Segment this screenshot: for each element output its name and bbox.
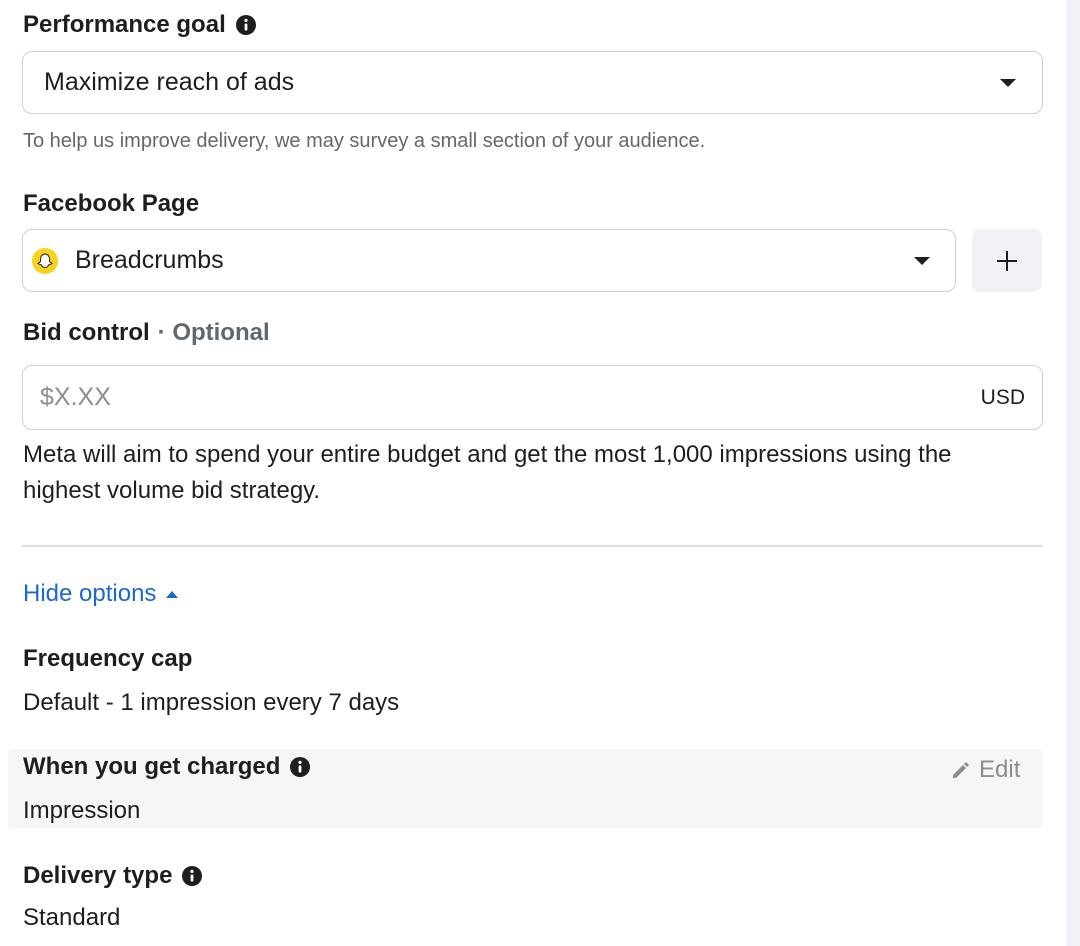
when-charged-value: Impression [23,797,141,824]
caret-down-icon [914,257,930,265]
pencil-icon [953,761,969,778]
bid-control-input[interactable] [40,366,920,429]
edit-charge-button[interactable]: Edit [950,756,1020,784]
currency-label: USD [980,386,1025,409]
caret-down-icon [1000,79,1016,87]
plus-icon [997,250,1017,271]
facebook-page-label: Facebook Page [23,190,200,217]
performance-goal-helper: To help us improve delivery, we may surv… [23,130,706,152]
frequency-cap-value: Default - 1 impression every 7 days [23,689,400,716]
add-page-button[interactable] [972,229,1042,292]
performance-goal-select[interactable]: Maximize reach of ads [22,51,1043,114]
section-divider [22,545,1043,547]
info-icon[interactable] [181,865,203,887]
delivery-type-label: Delivery type [23,862,203,890]
facebook-page-value: Breadcrumbs [75,246,224,274]
bid-control-description: Meta will aim to spend your entire budge… [23,441,952,504]
frequency-cap-label: Frequency cap [23,645,193,672]
performance-goal-label: Performance goal [23,11,257,39]
page-avatar-icon [32,247,58,274]
delivery-type-value: Standard [23,904,121,931]
bid-control-field[interactable]: USD [22,365,1043,430]
hide-options-link[interactable]: Hide options [23,580,179,608]
when-charged-label: When you get charged [23,753,311,781]
facebook-page-select[interactable]: Breadcrumbs [22,229,956,292]
info-icon[interactable] [289,756,311,778]
optional-tag: · Optional [157,319,270,346]
caret-up-icon [166,590,179,598]
performance-goal-value: Maximize reach of ads [44,68,295,96]
info-icon[interactable] [235,14,257,36]
panel-edge [1066,0,1080,946]
bid-control-label: Bid control · Optional [23,319,270,346]
